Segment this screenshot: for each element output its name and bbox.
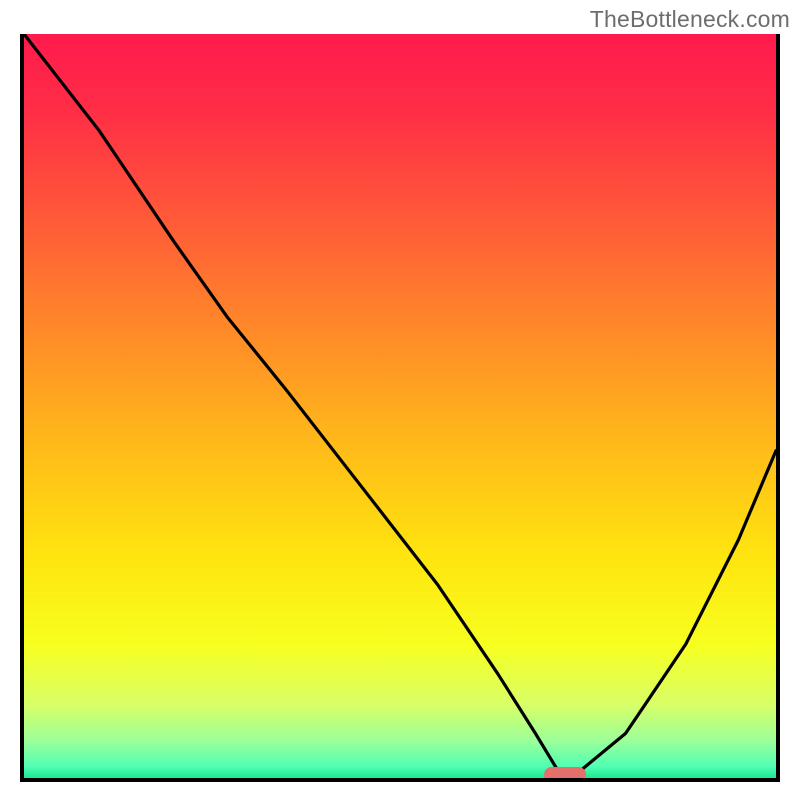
line-curve [24,34,776,778]
watermark-text: TheBottleneck.com [590,6,790,33]
plot-area [20,34,780,782]
chart-frame: TheBottleneck.com [0,0,800,800]
optimal-marker [544,767,586,782]
